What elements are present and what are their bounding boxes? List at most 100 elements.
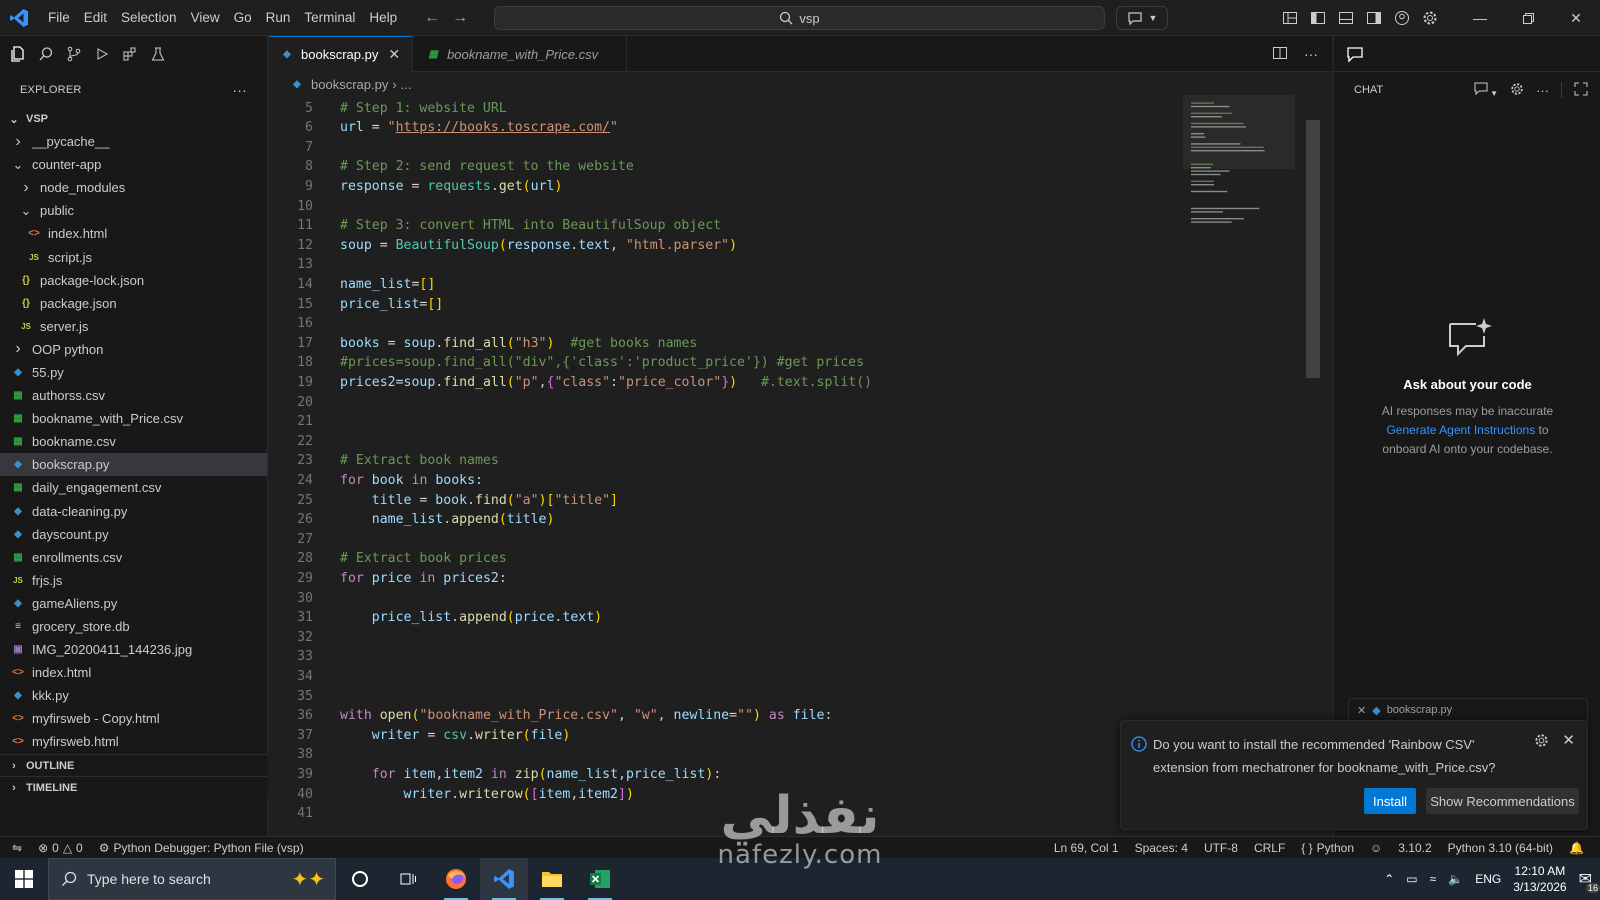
- volume-icon[interactable]: 🔈: [1448, 872, 1463, 886]
- tree-file[interactable]: ▦ enrollments.csv: [0, 546, 267, 569]
- windows-start-icon[interactable]: [0, 858, 48, 900]
- scrollbar-thumb[interactable]: [1306, 120, 1320, 378]
- menu-selection[interactable]: Selection: [114, 0, 184, 36]
- excel-icon[interactable]: [576, 858, 624, 900]
- explorer-files-icon[interactable]: [7, 43, 29, 65]
- source-control-icon[interactable]: [63, 43, 85, 65]
- search-icon[interactable]: [35, 43, 57, 65]
- tree-folder[interactable]: › __pycache__: [0, 130, 267, 153]
- show-recommendations-button[interactable]: Show Recommendations: [1426, 788, 1579, 814]
- chat-more-icon[interactable]: ···: [1536, 83, 1549, 98]
- end-of-line[interactable]: CRLF: [1246, 841, 1293, 855]
- debugger-status[interactable]: ⚙ Python Debugger: Python File (vsp): [91, 841, 312, 855]
- python-version[interactable]: 3.10.2: [1390, 841, 1439, 855]
- chat-settings-gear-icon[interactable]: [1510, 82, 1524, 99]
- cortana-icon[interactable]: [336, 858, 384, 900]
- explorer-more-actions-icon[interactable]: ···: [232, 82, 247, 98]
- tree-file[interactable]: ▦ bookname_with_Price.csv: [0, 407, 267, 430]
- tab-bookname-with-price-csv[interactable]: ▦ bookname_with_Price.csv: [413, 36, 628, 72]
- chat-context-attachment[interactable]: ✕ ◆ bookscrap.py: [1348, 698, 1588, 722]
- problems-indicator[interactable]: ⊗ 0 △ 0: [30, 841, 91, 855]
- minimap[interactable]: [1183, 95, 1295, 245]
- tree-file[interactable]: ▦ authorss.csv: [0, 384, 267, 407]
- tree-folder[interactable]: ⌄ public: [0, 199, 267, 222]
- new-chat-icon[interactable]: ▼: [1474, 82, 1498, 99]
- firefox-icon[interactable]: [432, 858, 480, 900]
- tree-folder[interactable]: ⌄ counter-app: [0, 153, 267, 176]
- forward-arrow-icon[interactable]: →: [446, 9, 474, 27]
- remote-indicator-icon[interactable]: ⇋: [0, 841, 30, 855]
- toggle-primary-sidebar-icon[interactable]: [1304, 0, 1332, 36]
- network-battery-icon[interactable]: ▭: [1406, 872, 1417, 886]
- install-button[interactable]: Install: [1364, 788, 1416, 814]
- split-editor-icon[interactable]: [1272, 45, 1288, 64]
- back-arrow-icon[interactable]: ←: [418, 9, 446, 27]
- menu-file[interactable]: File: [41, 0, 77, 36]
- tree-folder[interactable]: › node_modules: [0, 176, 267, 199]
- close-window-icon[interactable]: ✕: [1552, 0, 1600, 36]
- generate-agent-instructions-link[interactable]: Generate Agent Instructions: [1386, 423, 1535, 437]
- menu-terminal[interactable]: Terminal: [297, 0, 362, 36]
- more-actions-icon[interactable]: ···: [1304, 46, 1318, 62]
- breadcrumb-symbol[interactable]: ...: [401, 77, 412, 92]
- account-icon[interactable]: [1388, 0, 1416, 36]
- command-center-search[interactable]: vsp: [494, 6, 1105, 30]
- run-debug-icon[interactable]: [91, 43, 113, 65]
- tree-file[interactable]: ◆ 55.py: [0, 361, 267, 384]
- tree-file[interactable]: {} package-lock.json: [0, 269, 267, 292]
- tree-file[interactable]: ▦ bookname.csv: [0, 430, 267, 453]
- tree-file[interactable]: <> myfirsweb.html: [0, 730, 267, 753]
- toggle-panel-icon[interactable]: [1332, 0, 1360, 36]
- tree-file[interactable]: JS frjs.js: [0, 569, 267, 592]
- taskbar-search-box[interactable]: Type here to search ✦✦: [48, 858, 336, 900]
- customize-layout-icon[interactable]: [1276, 0, 1304, 36]
- tree-file[interactable]: ◆ data-cleaning.py: [0, 500, 267, 523]
- testing-flask-icon[interactable]: [147, 43, 169, 65]
- tree-file[interactable]: JS server.js: [0, 315, 267, 338]
- input-language[interactable]: ENG: [1475, 872, 1501, 886]
- close-tab-icon[interactable]: ✕: [388, 46, 400, 63]
- tree-file[interactable]: <> myfirsweb - Copy.html: [0, 707, 267, 730]
- taskbar-clock[interactable]: 12:10 AM 3/13/2026: [1513, 863, 1566, 895]
- tree-folder[interactable]: › OOP python: [0, 338, 267, 361]
- restore-window-icon[interactable]: [1504, 0, 1552, 36]
- cursor-position[interactable]: Ln 69, Col 1: [1046, 841, 1127, 855]
- notifications-bell-icon[interactable]: 🔔: [1561, 841, 1592, 855]
- tree-file[interactable]: ◆ gameAliens.py: [0, 592, 267, 615]
- language-mode[interactable]: { } Python: [1293, 841, 1362, 855]
- close-icon[interactable]: ✕: [1357, 704, 1366, 717]
- outline-section[interactable]: › OUTLINE: [0, 754, 268, 776]
- notification-close-icon[interactable]: ✕: [1562, 731, 1575, 749]
- copilot-status-icon[interactable]: ☺: [1362, 841, 1390, 855]
- menu-run[interactable]: Run: [259, 0, 298, 36]
- tree-file[interactable]: <> index.html: [0, 661, 267, 684]
- wifi-icon[interactable]: ≈: [1430, 872, 1437, 886]
- extensions-icon[interactable]: [119, 43, 141, 65]
- python-interpreter[interactable]: Python 3.10 (64-bit): [1440, 841, 1561, 855]
- menu-view[interactable]: View: [184, 0, 227, 36]
- notification-settings-gear-icon[interactable]: [1534, 733, 1549, 751]
- minimize-window-icon[interactable]: —: [1456, 0, 1504, 36]
- toggle-secondary-sidebar-icon[interactable]: [1360, 0, 1388, 36]
- breadcrumb-file[interactable]: bookscrap.py: [311, 77, 388, 92]
- workspace-folder-header[interactable]: ⌄ VSP: [0, 108, 267, 130]
- tree-file[interactable]: JS script.js: [0, 245, 267, 268]
- timeline-section[interactable]: › TIMELINE: [0, 776, 268, 798]
- action-center-icon[interactable]: ✉ 16: [1579, 869, 1600, 893]
- task-view-icon[interactable]: [384, 858, 432, 900]
- settings-gear-icon[interactable]: [1416, 0, 1444, 36]
- tree-file[interactable]: <> index.html: [0, 222, 267, 245]
- chat-icon[interactable]: [1346, 45, 1364, 63]
- indentation[interactable]: Spaces: 4: [1127, 841, 1196, 855]
- menu-go[interactable]: Go: [227, 0, 259, 36]
- copilot-menu-button[interactable]: ▼: [1116, 6, 1168, 30]
- tree-file[interactable]: ▦ daily_engagement.csv: [0, 476, 267, 499]
- tree-file[interactable]: ◆ kkk.py: [0, 684, 267, 707]
- tree-file[interactable]: {} package.json: [0, 292, 267, 315]
- file-explorer-icon[interactable]: [528, 858, 576, 900]
- menu-help[interactable]: Help: [362, 0, 404, 36]
- maximize-icon[interactable]: [1574, 82, 1588, 99]
- menu-edit[interactable]: Edit: [77, 0, 114, 36]
- tree-file[interactable]: ◆ dayscount.py: [0, 523, 267, 546]
- tray-chevron-up-icon[interactable]: ⌃: [1384, 872, 1394, 886]
